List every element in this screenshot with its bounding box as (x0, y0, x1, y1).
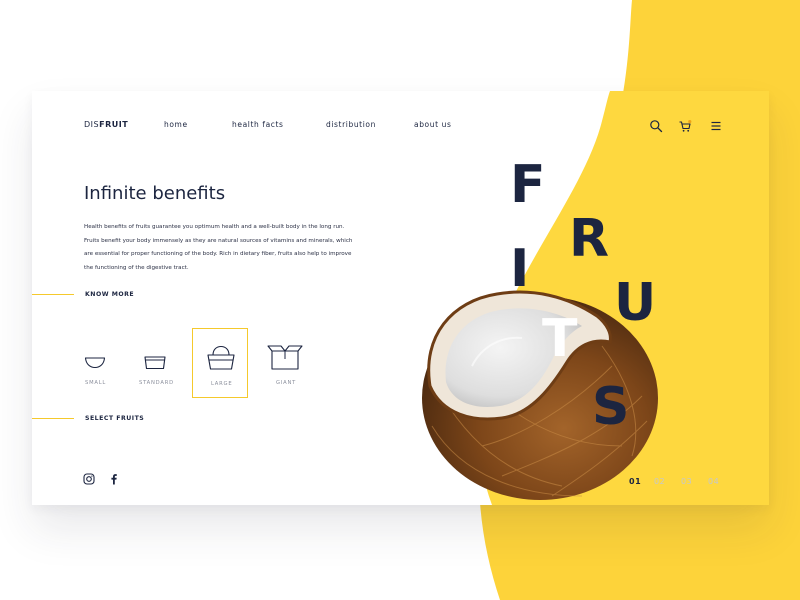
facebook-icon[interactable] (108, 473, 120, 485)
nav-about-us[interactable]: about us (414, 120, 451, 129)
instagram-icon[interactable] (83, 473, 95, 485)
size-label-small: SMALL (85, 380, 107, 386)
size-label-large: LARGE (211, 381, 233, 387)
big-letter-t: T (542, 309, 578, 369)
standard-bowl-icon (144, 356, 166, 370)
brand-prefix: DIS (84, 120, 100, 129)
hero-description: Health benefits of fruits guarantee you … (84, 224, 353, 271)
nav-distribution[interactable]: distribution (326, 120, 376, 129)
basket-icon (207, 345, 235, 370)
size-label-standard: STANDARD (139, 380, 174, 386)
menu-icon[interactable] (709, 119, 723, 133)
box-icon (267, 345, 303, 370)
small-bowl-icon (84, 357, 106, 369)
big-letter-r: R (569, 209, 610, 269)
search-icon[interactable] (649, 119, 663, 133)
page-title: Infinite benefits (84, 183, 226, 204)
select-fruits-rule (32, 418, 74, 419)
page-04[interactable]: 04 (708, 477, 719, 486)
big-letter-u: U (614, 273, 657, 333)
big-letter-s: S (592, 377, 630, 437)
big-letter-f: F (510, 155, 546, 215)
know-more-link[interactable]: KNOW MORE (85, 291, 134, 298)
cart-icon[interactable] (678, 119, 692, 133)
know-more-rule (32, 294, 74, 295)
nav-home[interactable]: home (164, 120, 188, 129)
select-fruits-link[interactable]: SELECT FRUITS (85, 415, 144, 422)
size-option-large[interactable]: LARGE (192, 328, 248, 398)
hero-card: DISFRUIT home health facts distribution … (32, 91, 769, 505)
size-label-giant: GIANT (276, 380, 297, 386)
brand-suffix: FRUIT (99, 120, 129, 129)
big-letter-i: I (510, 239, 530, 299)
page-03[interactable]: 03 (681, 477, 692, 486)
nav-health-facts[interactable]: health facts (232, 120, 284, 129)
brand-logo[interactable]: DISFRUIT (84, 120, 128, 129)
